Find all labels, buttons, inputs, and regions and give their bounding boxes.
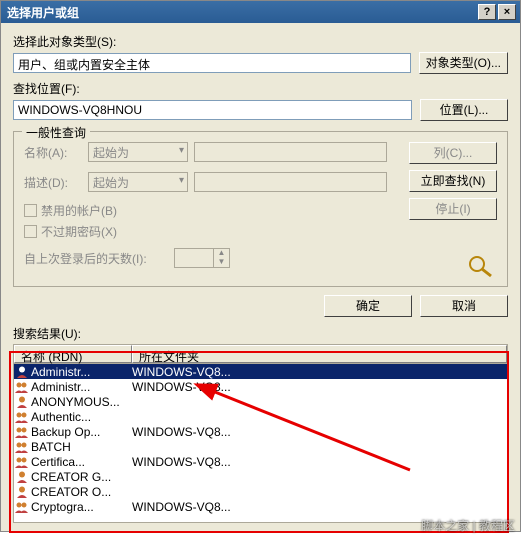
results-list[interactable]: Administr...WINDOWS-VQ8...Administr...WI… xyxy=(13,363,508,523)
object-type-label: 选择此对象类型(S): xyxy=(13,33,508,50)
table-row[interactable]: Certifica...WINDOWS-VQ8... xyxy=(14,454,507,469)
nonexpiring-password-checkbox[interactable]: 不过期密码(X) xyxy=(24,223,387,240)
location-field[interactable]: WINDOWS-VQ8HNOU xyxy=(13,100,412,120)
dialog-body: 选择此对象类型(S): 用户、组或内置安全主体 对象类型(O)... 查找位置(… xyxy=(1,23,520,531)
ok-button[interactable]: 确定 xyxy=(324,295,412,317)
table-row[interactable]: CREATOR O... xyxy=(14,484,507,499)
column-folder[interactable]: 所在文件夹 xyxy=(132,345,507,363)
user-icon xyxy=(14,470,30,484)
object-types-button[interactable]: 对象类型(O)... xyxy=(419,52,508,74)
cell-name: Administr... xyxy=(30,365,130,379)
cell-name: CREATOR G... xyxy=(30,470,130,484)
cell-name: ANONYMOUS... xyxy=(30,395,130,409)
cell-name: Certifica... xyxy=(30,455,130,469)
location-label: 查找位置(F): xyxy=(13,80,508,97)
description-match-combo[interactable]: 起始为 xyxy=(88,172,188,192)
checkbox-icon xyxy=(24,225,37,238)
cell-folder: WINDOWS-VQ8... xyxy=(130,425,507,439)
days-since-logon-label: 自上次登录后的天数(I): xyxy=(24,250,174,267)
checkbox-icon xyxy=(24,204,37,217)
group-icon xyxy=(14,380,30,394)
search-icon xyxy=(465,254,497,278)
spinner-down-icon[interactable]: ▼ xyxy=(214,258,229,267)
cancel-button[interactable]: 取消 xyxy=(420,295,508,317)
cell-name: BATCH xyxy=(30,440,130,454)
cell-name: Authentic... xyxy=(30,410,130,424)
table-row[interactable]: Authentic... xyxy=(14,409,507,424)
object-type-field[interactable]: 用户、组或内置安全主体 xyxy=(13,53,411,73)
dialog-select-user-or-group: 选择用户或组 ? × 选择此对象类型(S): 用户、组或内置安全主体 对象类型(… xyxy=(0,0,521,532)
description-label: 描述(D): xyxy=(24,174,88,191)
disabled-accounts-label: 禁用的帐户(B) xyxy=(41,202,117,219)
group-icon xyxy=(14,500,30,514)
stop-button[interactable]: 停止(I) xyxy=(409,198,497,220)
table-row[interactable]: BATCH xyxy=(14,439,507,454)
table-row[interactable]: Administr...WINDOWS-VQ8... xyxy=(14,364,507,379)
cell-folder: WINDOWS-VQ8... xyxy=(130,380,507,394)
cell-folder: WINDOWS-VQ8... xyxy=(130,500,507,514)
cell-name: CREATOR O... xyxy=(30,485,130,499)
group-icon xyxy=(14,425,30,439)
results-header: 名称 (RDN) 所在文件夹 xyxy=(13,344,508,363)
common-queries-group: 一般性查询 名称(A): 起始为 描述(D): 起始为 禁用 xyxy=(13,131,508,287)
help-button[interactable]: ? xyxy=(478,4,496,20)
cell-folder: WINDOWS-VQ8... xyxy=(130,365,507,379)
titlebar[interactable]: 选择用户或组 ? × xyxy=(1,1,520,23)
column-name[interactable]: 名称 (RDN) xyxy=(14,345,132,363)
find-now-button[interactable]: 立即查找(N) xyxy=(409,170,497,192)
nonexpiring-password-label: 不过期密码(X) xyxy=(41,223,117,240)
close-button[interactable]: × xyxy=(498,4,516,20)
locations-button[interactable]: 位置(L)... xyxy=(420,99,508,121)
columns-button[interactable]: 列(C)... xyxy=(409,142,497,164)
cell-name: Administr... xyxy=(30,380,130,394)
user-icon xyxy=(14,395,30,409)
description-input[interactable] xyxy=(194,172,387,192)
cell-name: Cryptogra... xyxy=(30,500,130,514)
name-match-combo[interactable]: 起始为 xyxy=(88,142,188,162)
table-row[interactable]: ANONYMOUS... xyxy=(14,394,507,409)
common-queries-legend: 一般性查询 xyxy=(22,124,90,141)
group-icon xyxy=(14,455,30,469)
table-row[interactable]: Administr...WINDOWS-VQ8... xyxy=(14,379,507,394)
cell-name: Backup Op... xyxy=(30,425,130,439)
name-label: 名称(A): xyxy=(24,144,88,161)
days-since-logon-spinner[interactable]: ▲▼ xyxy=(174,248,230,268)
user-icon xyxy=(14,365,30,379)
disabled-accounts-checkbox[interactable]: 禁用的帐户(B) xyxy=(24,202,387,219)
results-label: 搜索结果(U): xyxy=(13,325,508,342)
cell-folder: WINDOWS-VQ8... xyxy=(130,455,507,469)
table-row[interactable]: Backup Op...WINDOWS-VQ8... xyxy=(14,424,507,439)
table-row[interactable]: CREATOR G... xyxy=(14,469,507,484)
group-icon xyxy=(14,440,30,454)
table-row[interactable]: Cryptogra...WINDOWS-VQ8... xyxy=(14,499,507,514)
user-icon xyxy=(14,485,30,499)
window-title: 选择用户或组 xyxy=(5,4,476,21)
name-input[interactable] xyxy=(194,142,387,162)
group-icon xyxy=(14,410,30,424)
